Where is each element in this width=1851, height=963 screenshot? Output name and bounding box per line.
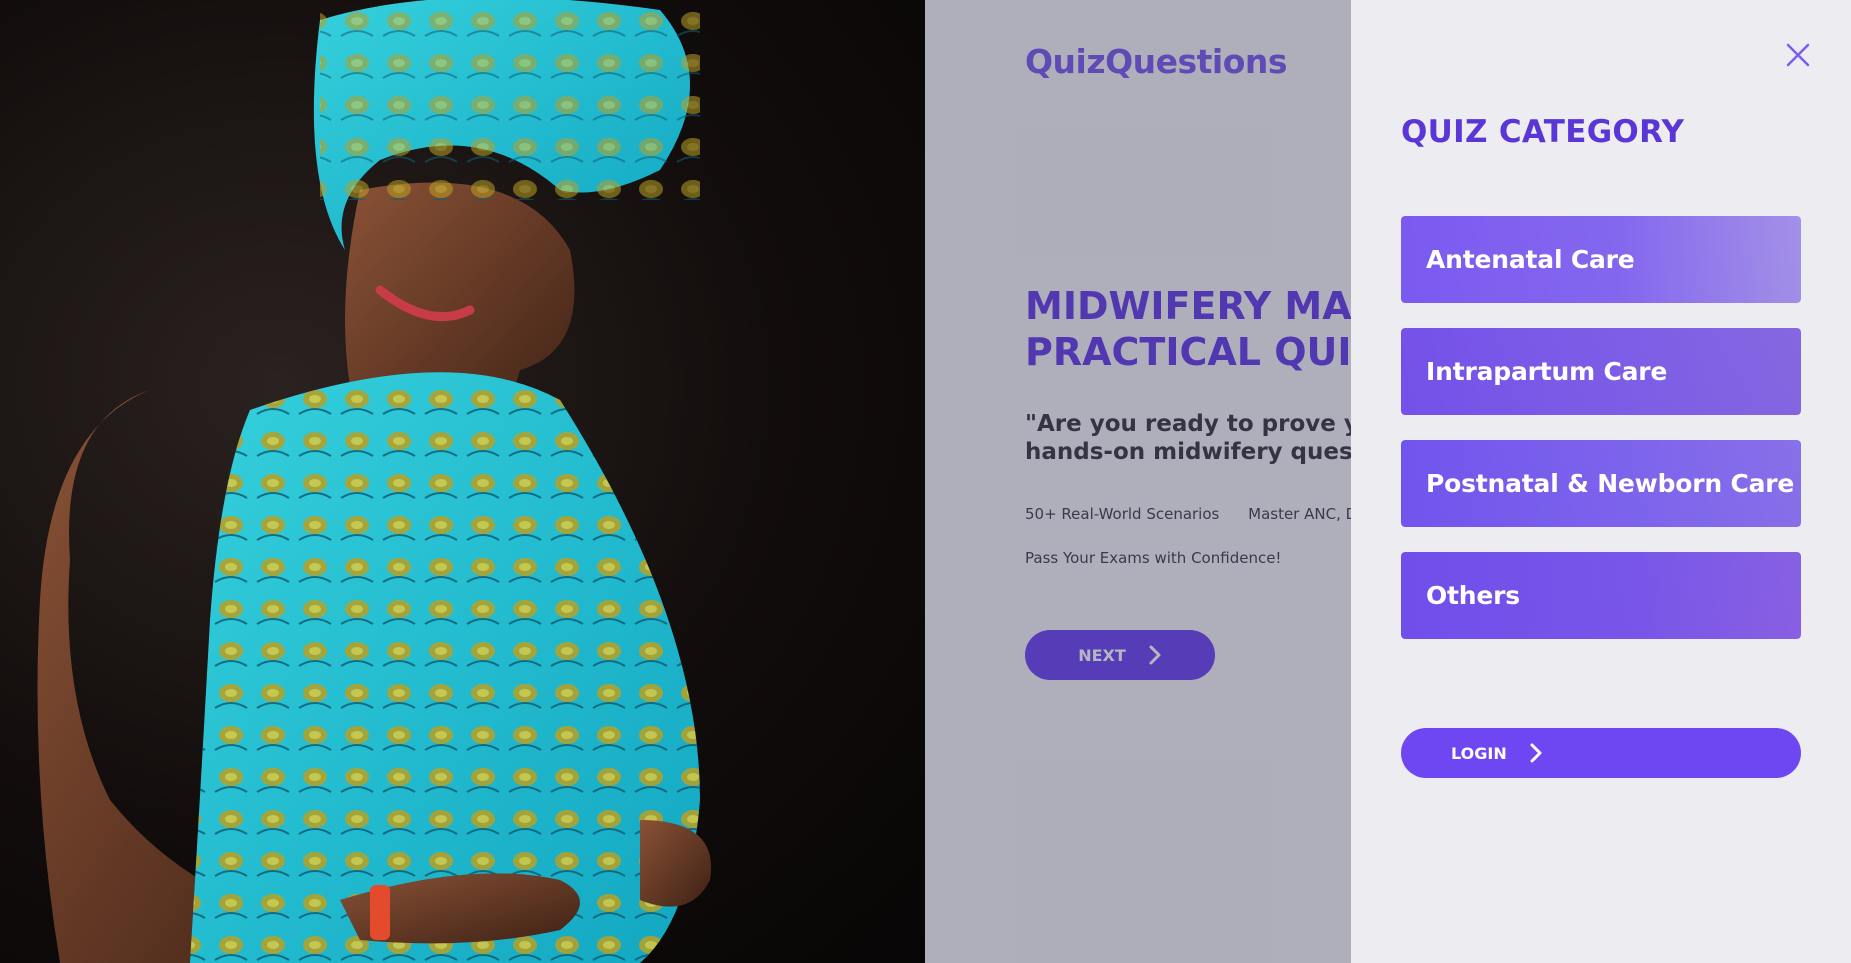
category-list: Antenatal Care Intrapartum Care Postnata… [1401, 216, 1801, 664]
category-card-label: Others [1426, 581, 1520, 610]
category-drawer: QUIZ CATEGORY Antenatal Care Intrapartum… [1351, 0, 1851, 963]
category-card-postnatal-newborn-care[interactable]: Postnatal & Newborn Care [1401, 440, 1801, 527]
chevron-right-icon [1530, 743, 1542, 763]
page: QuizQuestions MIDWIFERY MAS PRACTICAL QU… [0, 0, 1851, 963]
login-button-label: LOGIN [1451, 743, 1507, 763]
category-card-antenatal-care[interactable]: Antenatal Care [1401, 216, 1801, 303]
category-card-label: Postnatal & Newborn Care [1426, 469, 1795, 498]
category-card-intrapartum-care[interactable]: Intrapartum Care [1401, 328, 1801, 415]
category-card-others[interactable]: Others [1401, 552, 1801, 639]
close-icon [1786, 43, 1810, 67]
drawer-title: QUIZ CATEGORY [1401, 114, 1685, 150]
category-card-label: Intrapartum Care [1426, 357, 1668, 386]
close-drawer-button[interactable] [1785, 42, 1811, 68]
login-button[interactable]: LOGIN [1401, 728, 1801, 778]
pregnant-woman-photo [0, 0, 925, 963]
category-card-label: Antenatal Care [1426, 245, 1635, 274]
